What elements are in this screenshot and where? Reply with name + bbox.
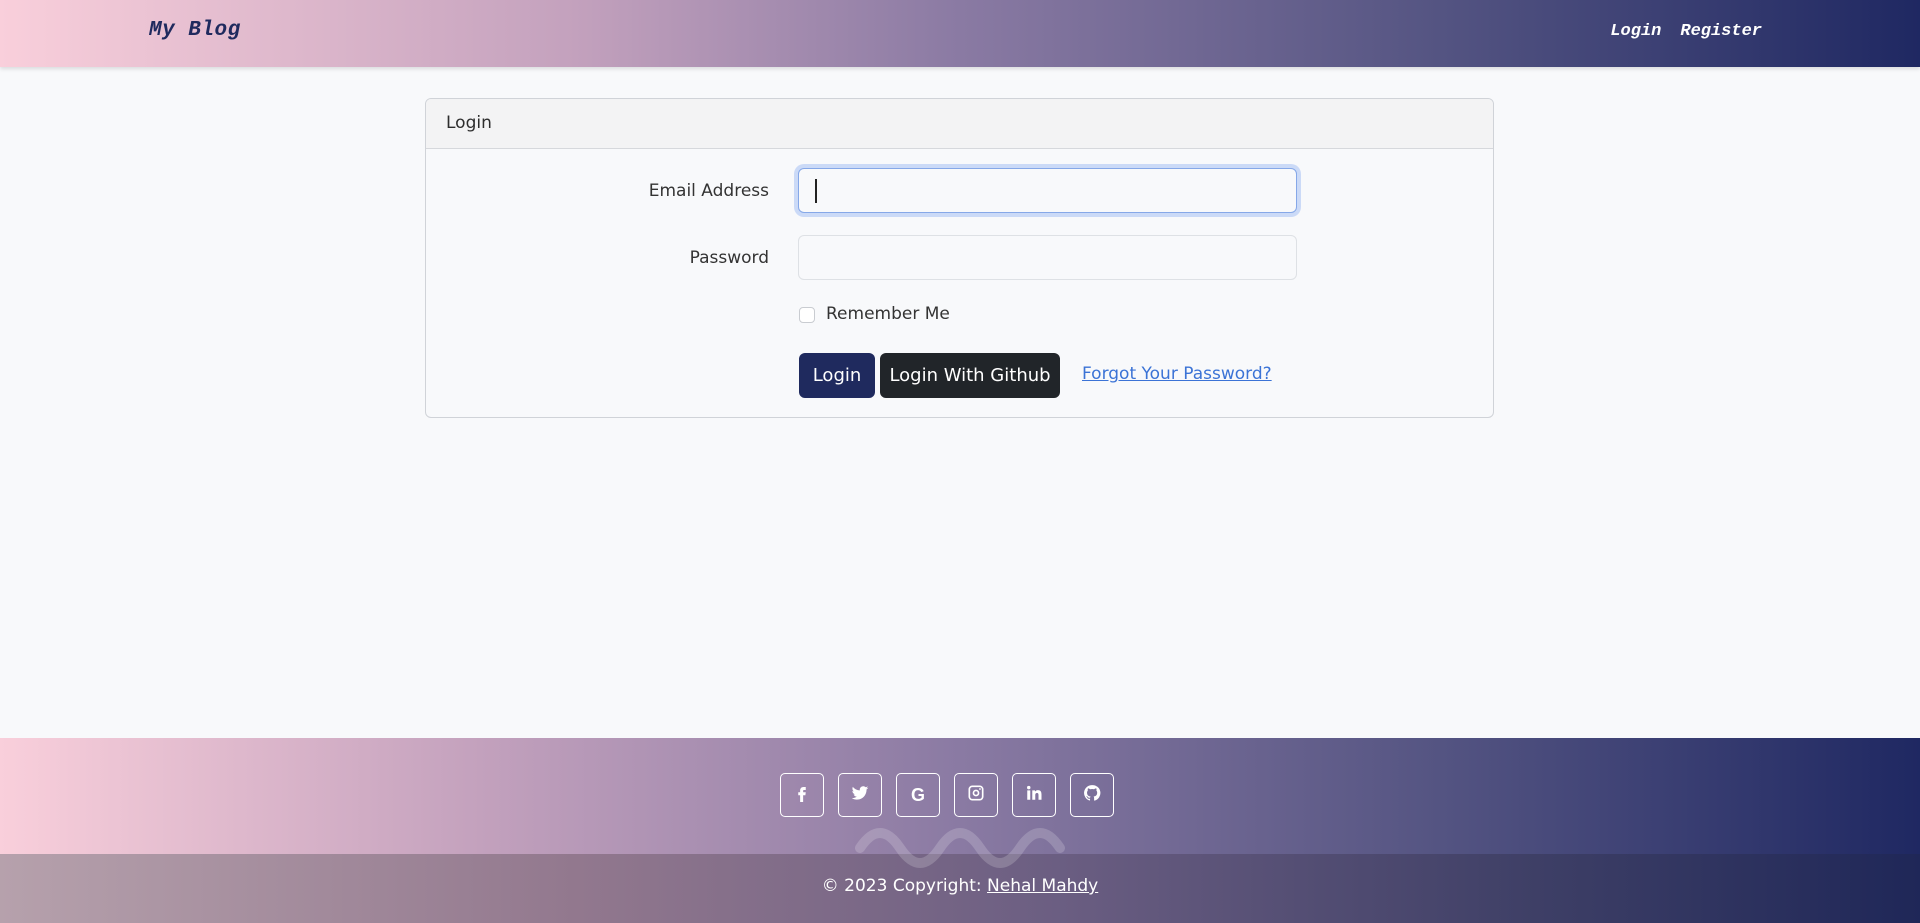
nav-register-link[interactable]: Register — [1680, 22, 1762, 41]
instagram-button[interactable] — [954, 773, 998, 817]
github-icon — [1083, 784, 1101, 806]
author-link[interactable]: Nehal Mahdy — [987, 876, 1098, 896]
login-button[interactable]: Login — [799, 353, 875, 398]
instagram-icon — [967, 784, 985, 806]
google-button[interactable]: G — [896, 773, 940, 817]
email-field[interactable] — [798, 168, 1297, 213]
forgot-password-link[interactable]: Forgot Your Password? — [1082, 364, 1272, 384]
twitter-icon — [851, 784, 869, 806]
text-caret — [815, 179, 817, 203]
copyright-prefix: © 2023 Copyright: — [821, 876, 988, 896]
facebook-button[interactable] — [780, 773, 824, 817]
twitter-button[interactable] — [838, 773, 882, 817]
email-label: Email Address — [648, 181, 769, 201]
google-icon: G — [910, 784, 925, 805]
social-links: G — [780, 773, 1114, 817]
remember-me-checkbox[interactable] — [799, 307, 815, 323]
password-label: Password — [689, 248, 769, 268]
copyright-text: © 2023 Copyright: Nehal Mahdy — [0, 876, 1920, 896]
password-field[interactable] — [798, 235, 1297, 280]
navbar: My Blog Login Register — [0, 0, 1920, 67]
linkedin-button[interactable] — [1012, 773, 1056, 817]
card-header: Login — [426, 99, 1493, 149]
github-button[interactable] — [1070, 773, 1114, 817]
linkedin-icon — [1025, 784, 1043, 806]
remember-me-label[interactable]: Remember Me — [826, 304, 950, 324]
facebook-icon — [793, 784, 811, 806]
nav-links: Login Register — [1610, 22, 1762, 41]
login-with-github-button[interactable]: Login With Github — [880, 353, 1060, 398]
brand-logo[interactable]: My Blog — [149, 19, 241, 42]
nav-login-link[interactable]: Login — [1610, 22, 1661, 41]
